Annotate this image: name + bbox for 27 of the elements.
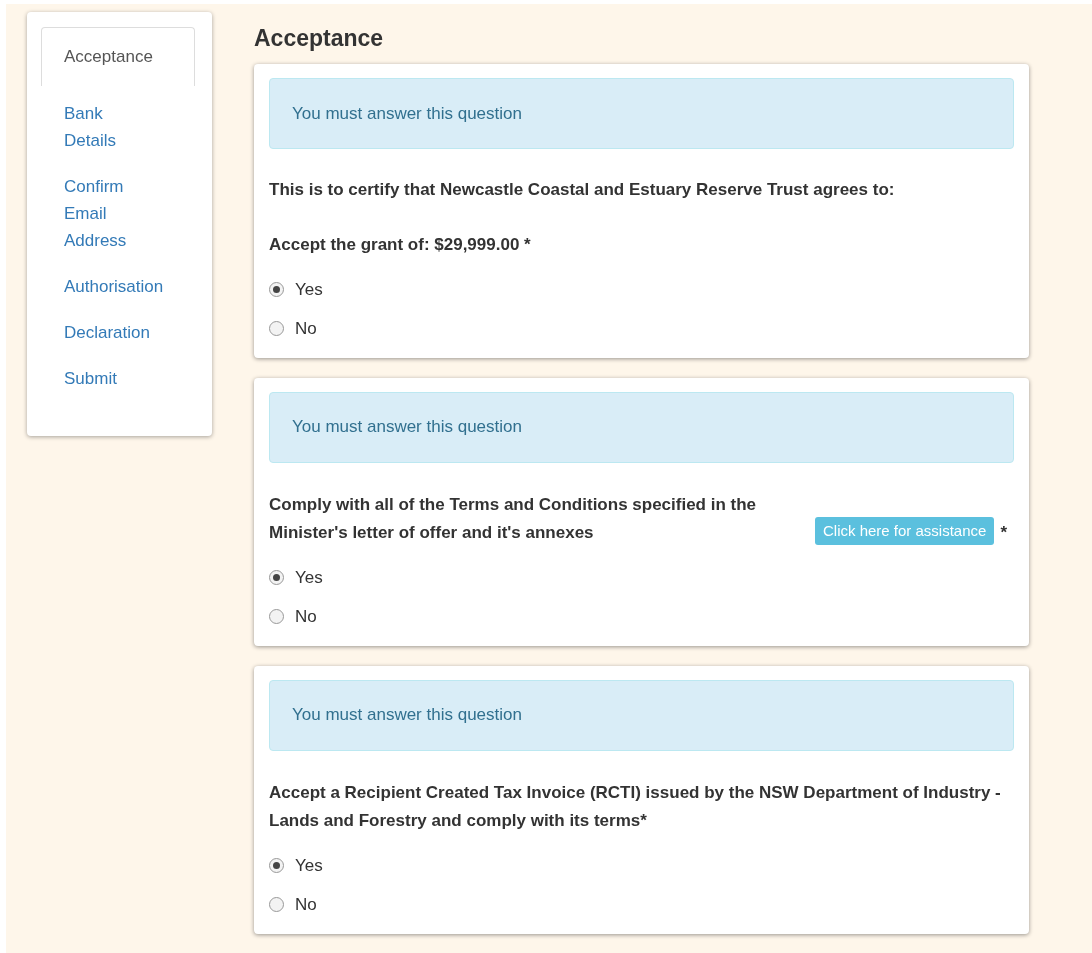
alert-message: You must answer this question (269, 391, 1014, 463)
option-label: No (295, 318, 317, 340)
radio-button[interactable] (269, 321, 284, 337)
question-text: Accept a Recipient Created Tax Invoice (RCTI) issued by the NSW Department of Industry - Lands and Forestry and comply with its terms* (269, 781, 1002, 832)
intro-text: This is to certify that Newcastle Coastal and Estuary Reserve Trust agrees to: (269, 179, 896, 201)
sidebar-item[interactable]: Acceptance (41, 27, 195, 86)
radio-button[interactable] (269, 281, 284, 297)
required-mark: * (1000, 521, 1008, 544)
sidebar-item[interactable]: Declaration (41, 319, 171, 365)
radio-button[interactable] (269, 609, 284, 625)
option-label: No (295, 606, 317, 628)
radio-button[interactable] (269, 897, 284, 913)
question-text: Comply with all of the Terms and Conditions specified in the Minister's letter of offer and it's annexes (269, 493, 758, 544)
option-label: Yes (295, 566, 323, 589)
alert-message: You must answer this question (269, 679, 1014, 751)
sidebar-item[interactable]: Authorisation (41, 273, 171, 319)
sidebar-item[interactable]: Submit (41, 365, 171, 411)
question-text: Accept the grant of: $29,999.00 * (269, 233, 531, 256)
radio-button[interactable] (269, 857, 284, 873)
radio-button[interactable] (269, 569, 284, 585)
page-heading: Acceptance (254, 24, 385, 52)
sidebar-item[interactable]: Bank Details (41, 100, 171, 173)
sidebar-item[interactable]: Confirm Email Address (41, 173, 171, 273)
option-label: Yes (295, 278, 323, 301)
option-label: No (295, 894, 317, 916)
option-label: Yes (295, 854, 323, 877)
alert-message: You must answer this question (269, 78, 1014, 149)
